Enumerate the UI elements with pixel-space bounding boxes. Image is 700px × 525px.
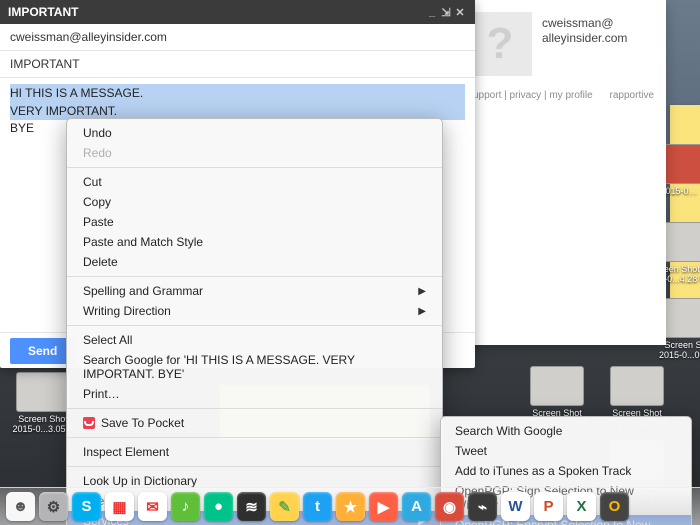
service-search-google[interactable]: Search With Google xyxy=(441,421,691,441)
dock-app[interactable]: ⌁ xyxy=(468,492,497,521)
dock-app[interactable]: ✎ xyxy=(270,492,299,521)
dock: ☻⚙S▦✉♪●≋✎t★▶A◉⌁WPXO xyxy=(0,487,700,525)
dock-app[interactable]: X xyxy=(567,492,596,521)
pocket-icon xyxy=(83,417,95,429)
subject-field[interactable]: IMPORTANT xyxy=(0,51,475,78)
popout-icon[interactable]: ⇲ xyxy=(439,6,453,19)
menu-undo[interactable]: Undo xyxy=(67,123,442,143)
dock-app[interactable]: t xyxy=(303,492,332,521)
menu-paste[interactable]: Paste xyxy=(67,212,442,232)
dock-app[interactable]: ♪ xyxy=(171,492,200,521)
minimize-icon[interactable]: _ xyxy=(425,6,439,18)
dock-app[interactable]: ☻ xyxy=(6,492,35,521)
service-itunes-spoken[interactable]: Add to iTunes as a Spoken Track xyxy=(441,461,691,481)
menu-spelling[interactable]: Spelling and Grammar▶ xyxy=(67,281,442,301)
service-tweet[interactable]: Tweet xyxy=(441,441,691,461)
dock-app[interactable]: ✉ xyxy=(138,492,167,521)
dock-app[interactable]: ▦ xyxy=(105,492,134,521)
dock-app[interactable]: ★ xyxy=(336,492,365,521)
selected-text: HI THIS IS A MESSAGE. xyxy=(10,84,465,102)
chevron-right-icon: ▶ xyxy=(418,306,426,317)
dock-app[interactable]: ▶ xyxy=(369,492,398,521)
menu-copy[interactable]: Copy xyxy=(67,192,442,212)
dock-app[interactable]: A xyxy=(402,492,431,521)
dock-app[interactable]: ◉ xyxy=(435,492,464,521)
menu-print[interactable]: Print… xyxy=(67,384,442,404)
compose-titlebar[interactable]: IMPORTANT _ ⇲ ✕ xyxy=(0,0,475,24)
dock-app[interactable]: O xyxy=(600,492,629,521)
menu-paste-match[interactable]: Paste and Match Style xyxy=(67,232,442,252)
dock-app[interactable]: S xyxy=(72,492,101,521)
menu-cut[interactable]: Cut xyxy=(67,172,442,192)
dock-app[interactable]: ≋ xyxy=(237,492,266,521)
menu-search-google[interactable]: Search Google for 'HI THIS IS A MESSAGE.… xyxy=(67,350,442,384)
menu-select-all[interactable]: Select All xyxy=(67,330,442,350)
rapportive-footer: support | privacy | my profile rapportiv… xyxy=(468,76,654,101)
menu-writing-direction[interactable]: Writing Direction▶ xyxy=(67,301,442,321)
dock-app[interactable]: ● xyxy=(204,492,233,521)
close-icon[interactable]: ✕ xyxy=(453,6,467,19)
menu-delete[interactable]: Delete xyxy=(67,252,442,272)
compose-title: IMPORTANT xyxy=(8,5,78,19)
menu-redo: Redo xyxy=(67,143,442,163)
dock-app[interactable]: W xyxy=(501,492,530,521)
rapportive-card: ? cweissman@ alleyinsider.com support | … xyxy=(456,0,666,345)
chevron-right-icon: ▶ xyxy=(418,286,426,297)
menu-inspect[interactable]: Inspect Element xyxy=(67,442,442,462)
dock-app[interactable]: P xyxy=(534,492,563,521)
avatar-placeholder: ? xyxy=(468,12,532,76)
context-menu: Undo Redo Cut Copy Paste Paste and Match… xyxy=(66,118,443,525)
dock-app[interactable]: ⚙ xyxy=(39,492,68,521)
to-field[interactable]: cweissman@alleyinsider.com xyxy=(0,24,475,51)
menu-save-pocket[interactable]: Save To Pocket xyxy=(67,413,442,433)
